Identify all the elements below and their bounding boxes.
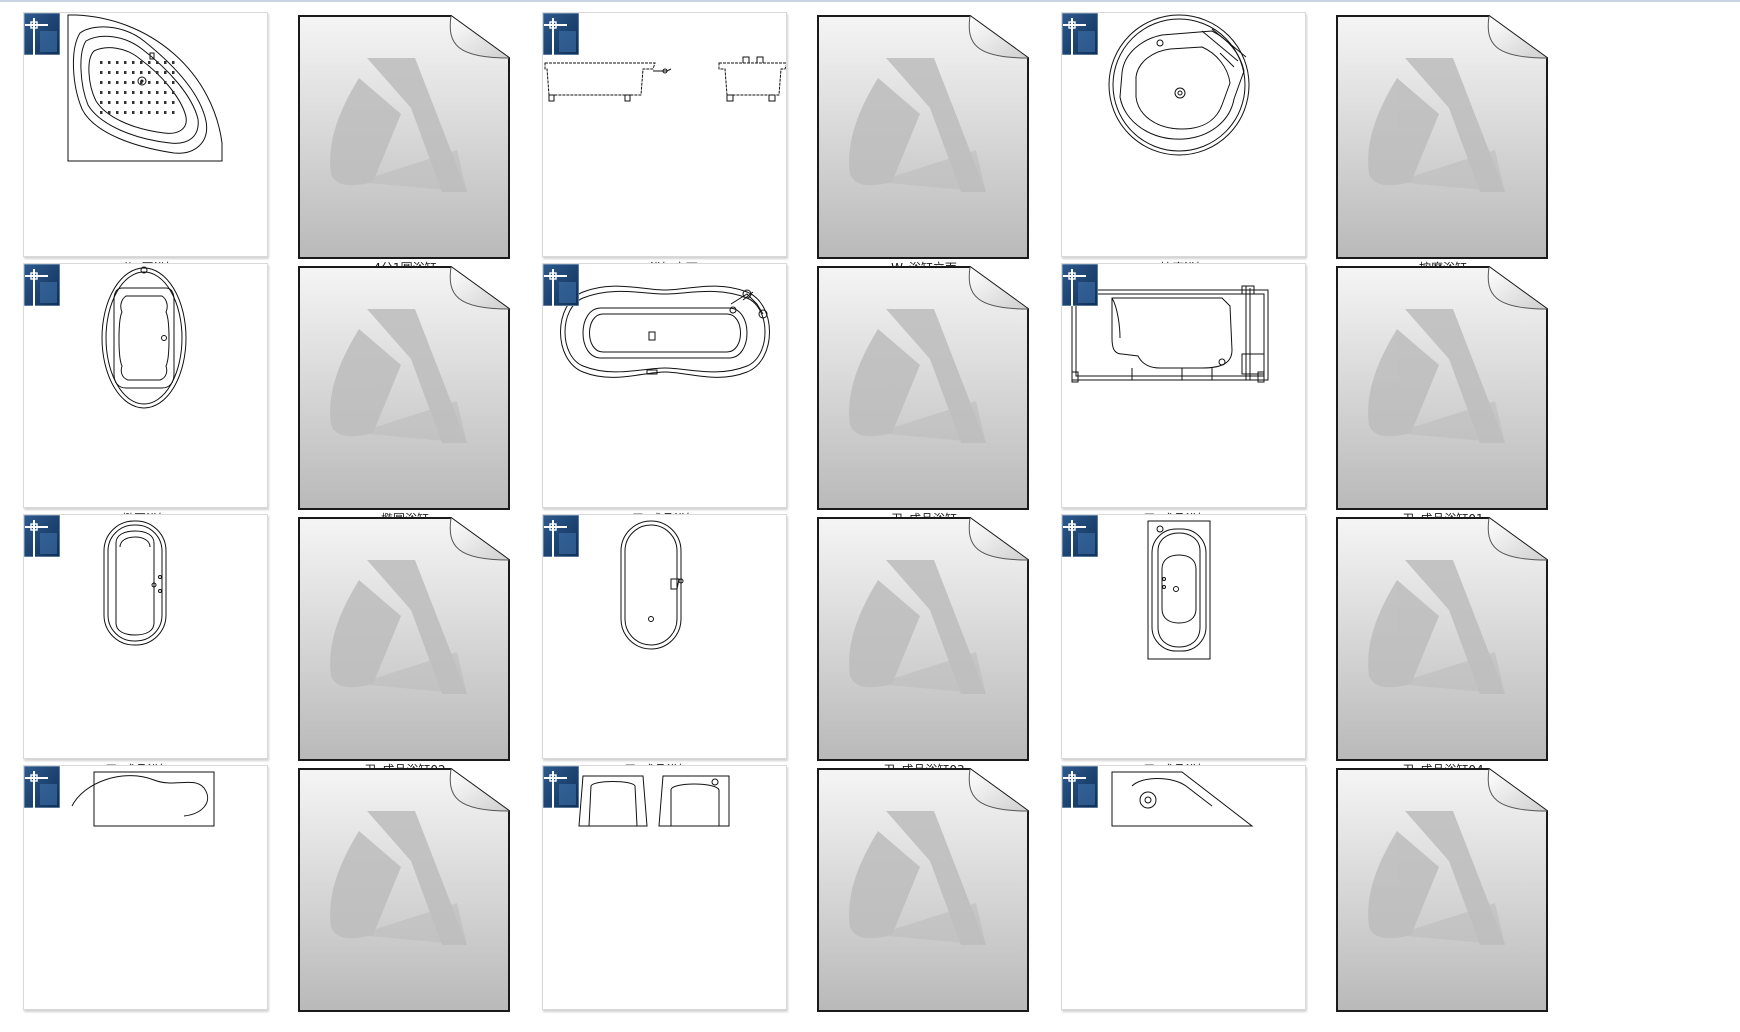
file-thumbnail bbox=[1299, 502, 1587, 761]
autocad-file-icon bbox=[298, 266, 510, 510]
autocad-file-icon bbox=[1336, 517, 1548, 761]
file-item-23[interactable] bbox=[1040, 753, 1328, 1032]
file-item-9[interactable]: 卫_成品浴缸 bbox=[521, 251, 809, 530]
autocad-dwg-icon bbox=[24, 515, 60, 557]
file-thumbnail bbox=[261, 251, 549, 510]
autocad-dwg-icon bbox=[543, 766, 579, 808]
file-thumbnail bbox=[2, 0, 290, 257]
tub-drawing bbox=[578, 775, 730, 827]
dwg-preview-frame bbox=[1061, 514, 1306, 759]
file-thumbnail bbox=[1299, 251, 1587, 510]
tub-drawing bbox=[544, 56, 786, 102]
file-thumbnail bbox=[1040, 0, 1328, 257]
file-thumbnail bbox=[780, 0, 1068, 259]
autocad-dwg-icon bbox=[24, 766, 60, 808]
file-thumbnail bbox=[261, 753, 549, 1012]
file-item-15[interactable]: 卫_成品浴缸03 bbox=[521, 502, 809, 781]
autocad-file-icon bbox=[298, 15, 510, 259]
dwg-preview-frame bbox=[542, 514, 787, 759]
tub-drawing bbox=[1147, 520, 1211, 660]
tub-drawing bbox=[620, 520, 684, 650]
file-item-5[interactable]: 按摩浴缸 bbox=[1040, 0, 1328, 279]
file-thumbnail bbox=[1040, 753, 1328, 1010]
file-thumbnail bbox=[780, 251, 1068, 510]
file-item-19[interactable] bbox=[2, 753, 290, 1032]
autocad-dwg-icon bbox=[1062, 515, 1098, 557]
file-thumbnail bbox=[780, 753, 1068, 1012]
autocad-dwg-icon bbox=[1062, 13, 1098, 55]
dwg-preview-frame bbox=[1061, 263, 1306, 508]
autocad-dwg-icon bbox=[1062, 264, 1098, 306]
file-thumbnail bbox=[2, 251, 290, 508]
tub-drawing bbox=[1111, 771, 1254, 827]
tub-drawing bbox=[103, 520, 167, 646]
tub-drawing bbox=[1071, 285, 1269, 383]
autocad-dwg-icon bbox=[24, 264, 60, 306]
dwg-preview-frame bbox=[23, 263, 268, 508]
file-item-8[interactable]: 椭圆浴缸 bbox=[261, 251, 549, 530]
autocad-file-icon bbox=[1336, 266, 1548, 510]
dwg-preview-frame bbox=[542, 263, 787, 508]
autocad-file-icon bbox=[298, 517, 510, 761]
tub-drawing bbox=[101, 266, 187, 409]
tub-drawing bbox=[560, 285, 770, 378]
file-thumbnail bbox=[521, 0, 809, 257]
file-item-24[interactable] bbox=[1299, 753, 1587, 1032]
file-item-20[interactable] bbox=[261, 753, 549, 1032]
file-thumbnail bbox=[261, 502, 549, 761]
autocad-file-icon bbox=[817, 15, 1029, 259]
file-item-7[interactable]: 椭圆浴缸 bbox=[2, 251, 290, 530]
file-item-10[interactable]: 卫_成品浴缸 bbox=[780, 251, 1068, 530]
dwg-preview-frame bbox=[542, 12, 787, 257]
file-thumbnail bbox=[1040, 251, 1328, 508]
dwg-preview-frame bbox=[23, 765, 268, 1010]
autocad-file-icon bbox=[1336, 768, 1548, 1012]
file-item-22[interactable] bbox=[780, 753, 1068, 1032]
file-thumbnail bbox=[261, 0, 549, 259]
autocad-dwg-icon bbox=[543, 264, 579, 306]
tub-drawing bbox=[1108, 14, 1250, 156]
file-item-13[interactable]: 卫_成品浴缸02 bbox=[2, 502, 290, 781]
autocad-dwg-icon bbox=[543, 515, 579, 557]
autocad-file-icon bbox=[817, 517, 1029, 761]
tub-drawing bbox=[71, 771, 215, 827]
autocad-file-icon bbox=[817, 768, 1029, 1012]
file-thumbnail bbox=[521, 502, 809, 759]
dwg-preview-frame bbox=[542, 765, 787, 1010]
autocad-file-icon bbox=[817, 266, 1029, 510]
dwg-preview-frame bbox=[23, 12, 268, 257]
file-thumbnail bbox=[1299, 0, 1587, 259]
file-icon-grid: 4分1圆浴缸 bbox=[0, 0, 1740, 1012]
file-item-17[interactable]: 卫_成品浴缸04 bbox=[1040, 502, 1328, 781]
file-item-12[interactable]: 卫_成品浴缸01 bbox=[1299, 251, 1587, 530]
file-item-18[interactable]: 卫_成品浴缸04 bbox=[1299, 502, 1587, 781]
file-item-4[interactable]: W_浴缸立面 bbox=[780, 0, 1068, 279]
dwg-preview-frame bbox=[1061, 765, 1306, 1010]
file-thumbnail bbox=[2, 502, 290, 759]
file-thumbnail bbox=[2, 753, 290, 1010]
file-thumbnail bbox=[521, 753, 809, 1010]
dwg-preview-frame bbox=[23, 514, 268, 759]
file-item-21[interactable] bbox=[521, 753, 809, 1032]
file-thumbnail bbox=[780, 502, 1068, 761]
file-thumbnail bbox=[1299, 753, 1587, 1012]
autocad-file-icon bbox=[298, 768, 510, 1012]
file-thumbnail bbox=[521, 251, 809, 508]
file-item-11[interactable]: 卫_成品浴缸01 bbox=[1040, 251, 1328, 530]
autocad-dwg-icon bbox=[24, 13, 60, 55]
autocad-dwg-icon bbox=[543, 13, 579, 55]
dwg-preview-frame bbox=[1061, 12, 1306, 257]
file-thumbnail bbox=[1040, 502, 1328, 759]
file-item-2[interactable]: 4分1圆浴缸 bbox=[261, 0, 549, 279]
file-item-6[interactable]: 按摩浴缸 bbox=[1299, 0, 1587, 279]
file-item-1[interactable]: 4分1圆浴缸 bbox=[2, 0, 290, 279]
file-item-14[interactable]: 卫_成品浴缸02 bbox=[261, 502, 549, 781]
autocad-dwg-icon bbox=[1062, 766, 1098, 808]
tub-drawing bbox=[67, 14, 223, 162]
file-item-16[interactable]: 卫_成品浴缸03 bbox=[780, 502, 1068, 781]
autocad-file-icon bbox=[1336, 15, 1548, 259]
file-item-3[interactable]: W_浴缸立面 bbox=[521, 0, 809, 279]
